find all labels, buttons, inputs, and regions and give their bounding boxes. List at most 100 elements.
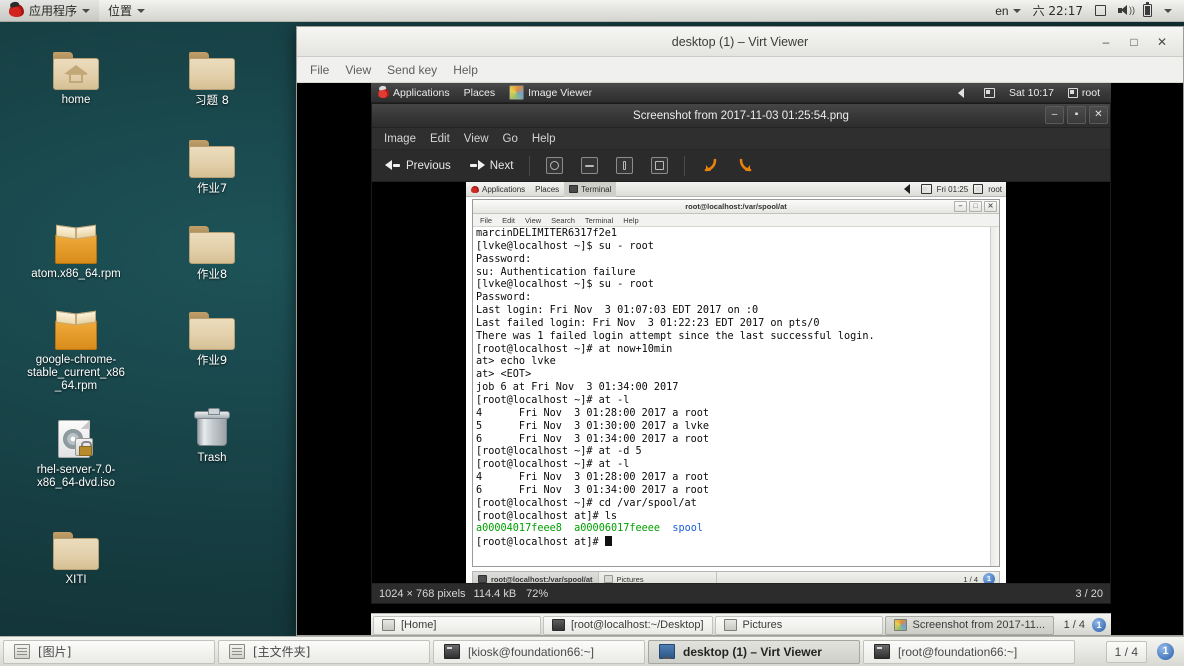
screen-indicator[interactable]	[1089, 0, 1112, 22]
zoom-normal-button[interactable]	[609, 153, 640, 178]
image-filesize-label: 114.4 kB	[473, 587, 517, 600]
vm-screen[interactable]: Applications Places Image Viewer Sat 10:…	[297, 83, 1183, 635]
rotate-counterclockwise-button[interactable]	[694, 153, 726, 179]
desktop-icon-home[interactable]: home	[24, 40, 128, 107]
host-applications-label: 应用程序	[29, 4, 78, 18]
virt-viewer-titlebar[interactable]: desktop (1) – Virt Viewer – □ ✕	[297, 27, 1183, 57]
network-icon	[983, 87, 995, 98]
close-button[interactable]: ✕	[1089, 106, 1108, 124]
desktop-icon-trash[interactable]: Trash	[160, 398, 264, 465]
zoom-out-button[interactable]	[574, 153, 605, 178]
vm-task-pictures[interactable]: Pictures	[714, 615, 883, 635]
menu-go[interactable]: Go	[496, 131, 525, 147]
vm-workspace-switcher[interactable]: 1 / 4 1	[1064, 617, 1111, 632]
desktop-icon-label: google-chrome-stable_current_x86_64.rpm	[27, 354, 125, 392]
vm-clock-label: Sat 10:17	[1008, 86, 1054, 99]
rpm-package-icon	[24, 300, 128, 350]
menu-help[interactable]: Help	[525, 131, 563, 147]
menu-view[interactable]: View	[457, 131, 496, 147]
host-task-label: [root@foundation66:~]	[898, 644, 1018, 659]
desktop-icon-zuoye8[interactable]: 作业8	[160, 214, 264, 281]
menu-edit[interactable]: Edit	[423, 131, 457, 147]
maximize-button[interactable]: ▪	[1067, 106, 1086, 124]
chevron-down-icon	[82, 8, 91, 13]
keyboard-layout-indicator[interactable]: en	[989, 0, 1026, 22]
terminal-icon	[874, 644, 890, 659]
menu-help[interactable]: Help	[446, 60, 485, 80]
host-workspace-switcher[interactable]: 1 / 4 1	[1105, 640, 1184, 663]
menu-send-key[interactable]: Send key	[380, 60, 444, 80]
image-viewer-titlebar[interactable]: Screenshot from 2017-11-03 01:25:54.png …	[372, 104, 1110, 128]
zoom-fit-button[interactable]	[644, 153, 675, 178]
host-workspace-badge[interactable]: 1	[1157, 643, 1174, 660]
host-task-label: [kiosk@foundation66:~]	[468, 644, 594, 659]
next-button[interactable]: Next	[462, 156, 521, 176]
host-top-panel: 应用程序 位置 en 六 22:17 ))	[0, 0, 1184, 22]
desktop-icon-xiti[interactable]: XITI	[24, 520, 128, 587]
terminal-icon	[478, 575, 487, 583]
vm-task-home[interactable]: [Home]	[373, 615, 541, 635]
image-viewer-canvas[interactable]: Applications Places Terminal Fri 01:25 r…	[372, 182, 1110, 583]
vm-network-indicator[interactable]	[977, 83, 1002, 103]
inner-workspace-switcher: 1 / 4 1	[963, 573, 999, 583]
desktop-icon-atom-rpm[interactable]: atom.x86_64.rpm	[24, 214, 128, 281]
inner-applications-menu: Applications	[466, 182, 530, 197]
menu-view[interactable]: View	[338, 60, 378, 80]
desktop-icon-rhel-iso[interactable]: rhel-server-7.0-x86_64-dvd.iso	[24, 410, 128, 490]
vm-task-label: [Home]	[401, 619, 437, 631]
vm-applications-menu[interactable]: Applications	[371, 83, 457, 103]
terminal-icon	[552, 619, 565, 631]
host-task-label: [图片]	[38, 645, 72, 659]
desktop-icon-xiti8[interactable]: 习题 8	[160, 40, 264, 107]
image-viewer-title: Screenshot from 2017-11-03 01:25:54.png	[633, 109, 849, 122]
menu-edit: Edit	[502, 215, 516, 225]
image-viewer-window[interactable]: Screenshot from 2017-11-03 01:25:54.png …	[371, 103, 1111, 604]
maximize-button[interactable]: □	[1127, 35, 1141, 49]
vm-clock[interactable]: Sat 10:17	[1002, 83, 1061, 103]
host-task-home[interactable]: [主文件夹]	[218, 639, 430, 664]
vm-volume-indicator[interactable]	[951, 83, 977, 103]
vm-task-screenshot[interactable]: Screenshot from 2017-11...	[884, 615, 1055, 635]
desktop-icon-chrome-rpm[interactable]: google-chrome-stable_current_x86_64.rpm	[24, 300, 128, 393]
vm-task-label: Pictures	[742, 619, 783, 631]
rotate-clockwise-button[interactable]	[730, 153, 762, 179]
files-icon	[723, 619, 737, 631]
vm-user-menu[interactable]: root	[1061, 83, 1107, 103]
zoom-in-button[interactable]	[539, 153, 570, 178]
menu-image[interactable]: Image	[377, 131, 423, 147]
close-button[interactable]: ✕	[1155, 35, 1169, 49]
host-task-virt-viewer[interactable]: desktop (1) – Virt Viewer	[648, 639, 860, 664]
vm-places-menu[interactable]: Places	[457, 83, 503, 103]
desktop-icon-zuoye7[interactable]: 作业7	[160, 128, 264, 195]
host-desktop: 应用程序 位置 en 六 22:17 )) home 习题 8 作业7 atom…	[0, 0, 1184, 666]
previous-button[interactable]: Previous	[378, 156, 458, 176]
inner-terminal-title: root@localhost:/var/spool/at	[685, 202, 787, 211]
desktop-icon-label: atom.x86_64.rpm	[31, 268, 121, 280]
minimize-button[interactable]: –	[1045, 106, 1064, 124]
host-task-kiosk-terminal[interactable]: [kiosk@foundation66:~]	[433, 639, 645, 664]
files-icon	[382, 619, 395, 631]
vm-active-window-label: Image Viewer	[528, 86, 593, 99]
menu-file[interactable]: File	[303, 60, 336, 80]
virt-viewer-window[interactable]: desktop (1) – Virt Viewer – □ ✕ File Vie…	[296, 26, 1184, 636]
inner-applications-label: Applications	[482, 184, 526, 194]
menu-file: File	[480, 215, 493, 225]
vm-active-window-button[interactable]: Image Viewer	[502, 83, 599, 103]
battery-indicator[interactable]	[1137, 0, 1158, 22]
host-applications-menu[interactable]: 应用程序	[0, 0, 100, 22]
desktop-icon-zuoye9[interactable]: 作业9	[160, 300, 264, 367]
system-menu-button[interactable]	[1158, 0, 1178, 22]
vm-task-terminal[interactable]: [root@localhost:~/Desktop]	[543, 615, 713, 635]
displayed-screenshot-image: Applications Places Terminal Fri 01:25 r…	[466, 182, 1006, 583]
volume-indicator[interactable]: ))	[1112, 0, 1137, 22]
image-viewer-menubar: Image Edit View Go Help	[372, 128, 1110, 150]
host-task-root-terminal[interactable]: [root@foundation66:~]	[863, 639, 1075, 664]
image-position-label: 3 / 20	[1075, 587, 1103, 600]
image-viewer-statusbar: 1024 × 768 pixels 114.4 kB 72% 3 / 20	[372, 583, 1110, 603]
rotate-clockwise-icon	[737, 157, 755, 175]
host-task-pictures[interactable]: [图片]	[3, 639, 215, 664]
host-pager-label[interactable]: 1 / 4	[1105, 640, 1147, 663]
host-places-menu[interactable]: 位置	[99, 0, 154, 22]
host-clock[interactable]: 六 22:17	[1027, 0, 1089, 22]
minimize-button[interactable]: –	[1099, 35, 1113, 49]
